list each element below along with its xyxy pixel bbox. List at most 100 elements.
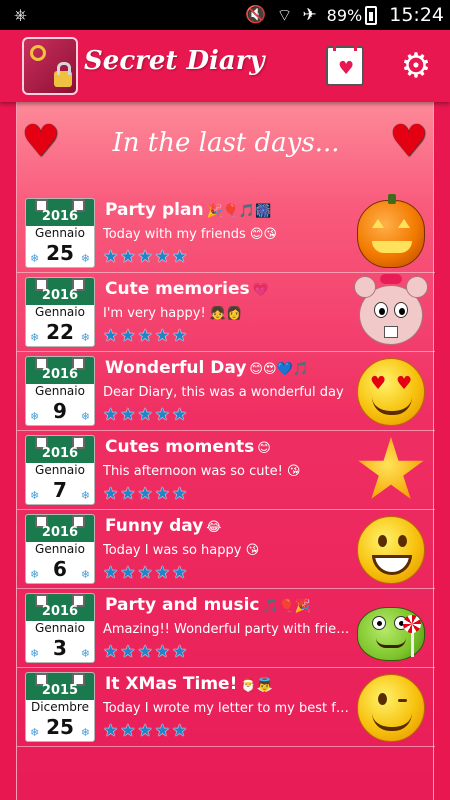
grinning-smiley-icon: [357, 516, 425, 584]
entry-title: Cutes moments: [105, 437, 255, 457]
entry-title-line: Wonderful Day 😊😍💙🎵: [105, 358, 309, 378]
entry-year: 2016: [41, 209, 79, 224]
battery-percent: 89%: [326, 5, 363, 25]
entry-year: 2016: [41, 525, 79, 540]
entry-title-line: Cutes moments 😊: [105, 437, 271, 457]
rating-star-icon: ★: [120, 563, 136, 583]
snowflake-icon: ❄: [80, 647, 90, 660]
diary-entry-row[interactable]: 2016 Gennaio 7 ❄ ❄ Cutes moments 😊 This afterno…: [17, 431, 435, 510]
status-time: 15:24: [389, 4, 444, 26]
heart-icon: ♥: [389, 116, 429, 167]
rating-star-icon: ★: [103, 326, 119, 346]
pumpkin-icon: [357, 194, 425, 268]
entry-rating: ★ ★ ★ ★ ★: [103, 328, 187, 345]
rating-star-icon: ★: [103, 247, 119, 267]
entry-rating: ★ ★ ★ ★ ★: [103, 249, 187, 266]
diary-entry-row[interactable]: 2016 Gennaio 3 ❄ ❄ Party and music 🎵🎈🎉 Amazing!…: [17, 589, 435, 668]
rating-star-icon: ★: [103, 405, 119, 425]
entry-title-emoji: 💗: [252, 283, 269, 298]
snowflake-icon: ❄: [30, 647, 40, 660]
entry-month: Gennaio: [35, 384, 85, 398]
heart-eyes-smiley-icon: ♥ ♥: [357, 358, 425, 426]
snowflake-icon: ❄: [30, 410, 40, 423]
app-bar: Secret Diary ♥ ⚙: [0, 30, 450, 102]
rating-star-icon: ★: [103, 484, 119, 504]
rating-star-icon: ★: [120, 326, 136, 346]
rating-star-icon: ★: [154, 563, 170, 583]
rating-star-icon: ★: [137, 642, 153, 662]
entry-preview: I'm very happy! 👧👩: [103, 306, 243, 321]
entry-rating: ★ ★ ★ ★ ★: [103, 407, 187, 424]
rating-star-icon: ★: [154, 247, 170, 267]
entry-title-line: It XMas Time! 🎅👼: [105, 674, 273, 694]
snowflake-icon: ❄: [80, 568, 90, 581]
entry-preview: Today I wrote my letter to my best frien…: [103, 701, 353, 716]
mute-icon: 🔇: [245, 5, 267, 25]
entry-month: Gennaio: [35, 542, 85, 556]
snowflake-icon: ❄: [30, 252, 40, 265]
entry-title: Wonderful Day: [105, 358, 247, 378]
snowflake-icon: ❄: [30, 489, 40, 502]
date-calendar-icon: 2016 Gennaio 22 ❄ ❄: [25, 277, 95, 347]
entry-title-emoji: 😊: [257, 441, 271, 456]
rating-star-icon: ★: [137, 484, 153, 504]
entry-year: 2015: [41, 683, 79, 698]
status-bar: ⎈ 🔇 ⌔ ✈ 89% 15:24: [0, 0, 450, 30]
snowflake-icon: ❄: [30, 726, 40, 739]
entry-title: Funny day: [105, 516, 204, 536]
entry-rating: ★ ★ ★ ★ ★: [103, 644, 187, 661]
entry-month: Dicembre: [31, 700, 89, 714]
date-calendar-icon: 2016 Gennaio 9 ❄ ❄: [25, 356, 95, 426]
gear-icon[interactable]: ⚙: [396, 46, 436, 86]
snowflake-icon: ❄: [30, 331, 40, 344]
snowflake-icon: ❄: [80, 489, 90, 502]
entry-year: 2016: [41, 446, 79, 461]
battery-indicator: 89%: [326, 5, 378, 25]
snowflake-icon: ❄: [80, 331, 90, 344]
entry-title: Party plan: [105, 200, 204, 220]
rating-star-icon: ★: [172, 326, 188, 346]
rating-star-icon: ★: [137, 326, 153, 346]
rating-star-icon: ★: [103, 642, 119, 662]
entries-card: ♥ In the last days... ♥ 2016 Gennaio 25 ❄ ❄ P…: [16, 102, 435, 800]
snowflake-icon: ❄: [80, 252, 90, 265]
main-content: ♥ In the last days... ♥ 2016 Gennaio 25 ❄ ❄ P…: [0, 102, 450, 800]
entry-rating: ★ ★ ★ ★ ★: [103, 486, 187, 503]
snowflake-icon: ❄: [80, 410, 90, 423]
diary-entry-row[interactable]: 2016 Gennaio 6 ❄ ❄ Funny day 😂 Today I was so h…: [17, 510, 435, 589]
date-calendar-icon: 2015 Dicembre 25 ❄ ❄: [25, 672, 95, 742]
entry-title-emoji: 😂: [206, 520, 222, 535]
diary-entry-row[interactable]: 2016 Gennaio 22 ❄ ❄ Cute memories 💗 I'm very ha…: [17, 273, 435, 352]
entry-title: Cute memories: [105, 279, 250, 299]
mouse-face-icon: [354, 274, 428, 347]
status-icons: 🔇 ⌔ ✈ 89% 15:24: [245, 0, 444, 30]
rating-star-icon: ★: [120, 405, 136, 425]
diary-entry-row[interactable]: 2016 Gennaio 9 ❄ ❄ Wonderful Day 😊😍💙🎵 Dear Diar…: [17, 352, 435, 431]
winking-smiley-icon: [357, 674, 425, 742]
rating-star-icon: ★: [120, 247, 136, 267]
rating-star-icon: ★: [172, 405, 188, 425]
rating-star-icon: ★: [172, 484, 188, 504]
diary-lock-logo-icon[interactable]: [22, 37, 78, 95]
entry-title-line: Cute memories 💗: [105, 279, 269, 299]
rating-star-icon: ★: [137, 405, 153, 425]
entry-title: Party and music: [105, 595, 260, 615]
entry-preview: Today I was so happy 😘: [103, 543, 260, 558]
rating-star-icon: ★: [103, 563, 119, 583]
wifi-icon: ⌔: [276, 5, 293, 26]
rating-star-icon: ★: [137, 247, 153, 267]
entry-title: It XMas Time!: [105, 674, 238, 694]
entry-month: Gennaio: [35, 305, 85, 319]
date-calendar-icon: 2016 Gennaio 3 ❄ ❄: [25, 593, 95, 663]
rating-star-icon: ★: [172, 563, 188, 583]
rating-star-icon: ★: [137, 563, 153, 583]
rating-star-icon: ★: [172, 642, 188, 662]
calendar-heart-icon[interactable]: ♥: [326, 43, 364, 86]
diary-entry-row[interactable]: 2015 Dicembre 25 ❄ ❄ It XMas Time! 🎅👼 Today I w…: [17, 668, 435, 747]
diary-entry-row[interactable]: 2016 Gennaio 25 ❄ ❄ Party plan 🎉🎈🎵🎆 Today with …: [17, 194, 435, 273]
snowflake-icon: ❄: [30, 568, 40, 581]
rating-star-icon: ★: [172, 247, 188, 267]
star-icon: [357, 437, 425, 505]
entry-preview: This afternoon was so cute! 😘: [103, 464, 301, 479]
rating-star-icon: ★: [154, 405, 170, 425]
